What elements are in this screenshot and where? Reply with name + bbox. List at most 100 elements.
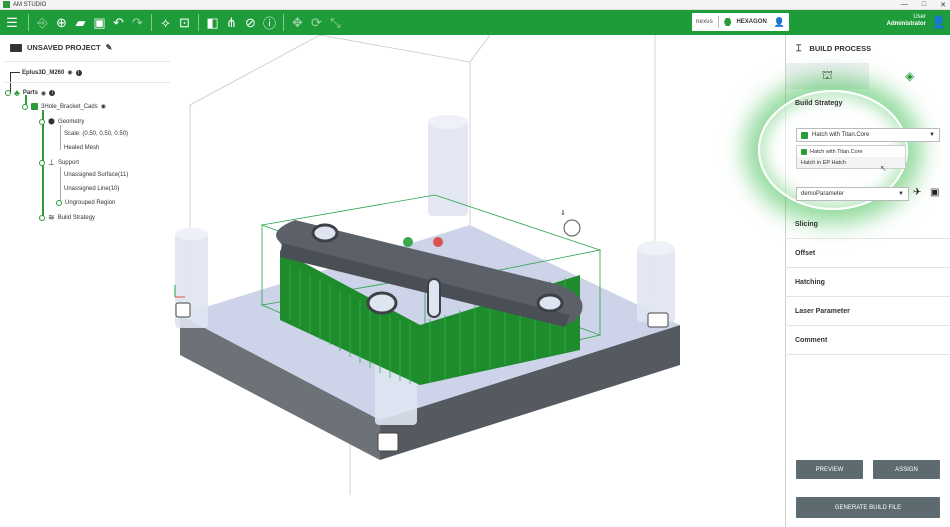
panel-title: BUILD PROCESS — [809, 44, 872, 53]
eye-icon[interactable]: ◉ — [41, 90, 46, 97]
healed-mesh-node: Healed Mesh — [64, 145, 99, 151]
geometry-label: Geometry — [57, 118, 85, 125]
section-comment[interactable]: Comment — [785, 326, 950, 355]
section-offset[interactable]: Offset — [785, 239, 950, 268]
ungrouped-region-node[interactable]: Ungrouped Region — [56, 200, 115, 206]
expand-icon[interactable] — [39, 159, 45, 166]
support-node[interactable]: ⊥ Support — [39, 158, 79, 167]
undo-icon[interactable]: ↶ — [109, 10, 128, 35]
support-icon[interactable]: ⋔ — [222, 10, 241, 35]
project-title[interactable]: UNSAVED PROJECT — [27, 43, 101, 52]
move-icon[interactable]: ✥ — [288, 10, 307, 35]
panel-tabs: ⛫ ◈ — [786, 63, 950, 89]
assign-button[interactable]: ASSIGN — [873, 460, 940, 479]
parts-node[interactable]: ♣ Parts ◉ i — [5, 88, 56, 98]
machine-node[interactable]: Eplus3D_M260 ◉ i — [22, 69, 82, 76]
generate-build-file-button[interactable]: GENERATE BUILD FILE — [796, 497, 940, 518]
preview-button[interactable]: PREVIEW — [796, 460, 863, 479]
geometry-icon: ⬢ — [48, 117, 55, 126]
build-strategy-node[interactable]: ≋ Build Strategy — [39, 213, 95, 222]
cube-icon — [31, 103, 38, 110]
strategy-selected: Hatch with Titan.Core — [812, 132, 870, 138]
scale-icon[interactable]: ⤡ — [326, 10, 345, 35]
build-process-icon: ⌶ — [796, 43, 802, 53]
machine-label: Eplus3D_M260 — [22, 69, 65, 76]
arrange-icon[interactable]: ⟡ — [156, 10, 175, 35]
scale-node: Scale: (0.50, 0.50, 0.50) — [64, 131, 128, 137]
close-button[interactable]: ✕ — [940, 1, 946, 9]
cube-icon — [801, 131, 808, 139]
folder-icon — [10, 43, 22, 52]
option-label: Hatch in EP Hatch — [801, 159, 846, 166]
main-toolbar: ☰ ⎆ ⊕ ▰ ▣ ↶ ↷ ⟡ ⊡ ◧ ⋔ ⊘ ⓘ ✥ ⟳ ⤡ nexus HE… — [0, 10, 950, 35]
strategy-dropdown-list: Hatch with Titan.Core Hatch in EP Hatch — [796, 145, 906, 169]
hamburger-icon[interactable]: ☰ — [0, 10, 24, 35]
expand-icon[interactable] — [22, 103, 28, 110]
part-label: 3Hole_Bracket_Cads — [41, 103, 98, 110]
maximize-button[interactable]: □ — [922, 1, 926, 9]
parameter-dropdown[interactable]: demoParameter ▼ — [796, 187, 909, 201]
build-plate-icon[interactable]: ◧ — [203, 10, 222, 35]
support-label: Support — [57, 159, 79, 166]
redo-icon[interactable]: ↷ — [128, 10, 147, 35]
parameter-value: demoParameter — [801, 191, 845, 197]
rotate-icon[interactable]: ⟳ — [307, 10, 326, 35]
3d-viewport[interactable]: ⇓ — [170, 35, 785, 527]
eye-icon[interactable]: ◉ — [67, 69, 72, 76]
slice-icon[interactable]: ⊘ — [241, 10, 260, 35]
chevron-down-icon: ▼ — [898, 191, 904, 197]
option-label: Hatch with Titan.Core — [810, 148, 863, 155]
part-node[interactable]: 3Hole_Bracket_Cads ◉ — [22, 103, 106, 110]
user-info[interactable]: User Administrator — [887, 14, 926, 28]
tab-layers-icon[interactable]: ◈ — [869, 63, 950, 89]
edit-parameter-icon[interactable]: ✈ — [913, 187, 921, 198]
user-role: User — [913, 14, 926, 20]
user-avatar-icon[interactable]: 👤 — [931, 15, 946, 29]
info-icon[interactable]: i — [75, 69, 82, 76]
brand-badge: nexus HEXAGON 👤 — [692, 13, 789, 31]
strategy-dropdown[interactable]: Hatch with Titan.Core ▼ — [796, 128, 940, 142]
unassigned-line-node[interactable]: Unassigned Line(10) — [64, 186, 119, 192]
user-name: Administrator — [886, 21, 926, 27]
strategy-option[interactable]: Hatch with Titan.Core — [797, 146, 905, 157]
pencil-icon[interactable]: ✎ — [106, 43, 113, 52]
scene-svg[interactable]: ⇓ — [170, 35, 785, 527]
geometry-node[interactable]: ⬢ Geometry — [39, 117, 84, 126]
parts-icon: ♣ — [14, 88, 20, 98]
info-icon[interactable]: i — [49, 90, 56, 96]
section-hatching[interactable]: Hatching — [785, 268, 950, 297]
eye-icon[interactable]: ◉ — [101, 103, 106, 110]
person-icon[interactable]: 👤 — [774, 17, 785, 28]
auto-place-icon[interactable]: ⊡ — [175, 10, 194, 35]
section-slicing[interactable]: Slicing — [785, 210, 950, 239]
cursor-icon: ↖ — [880, 164, 887, 173]
info-icon[interactable]: ⓘ — [260, 10, 279, 35]
tab-part-icon[interactable]: ⛫ — [786, 63, 869, 89]
add-part-icon[interactable]: ⎆ — [33, 10, 52, 35]
project-tree-panel: UNSAVED PROJECT ✎ Eplus3D_M260 ◉ i ♣ Par… — [0, 35, 170, 265]
app-title: AM STUDIO — [13, 1, 47, 8]
save-icon[interactable]: ▣ — [90, 10, 109, 35]
hexagon-logo: HEXAGON — [736, 19, 767, 25]
unassigned-surface-node[interactable]: Unassigned Surface(11) — [64, 172, 128, 178]
cube-icon — [801, 148, 807, 155]
nexus-logo: nexus — [696, 19, 714, 25]
save-parameter-icon[interactable]: ▣ — [930, 187, 939, 198]
support-icon: ⊥ — [48, 158, 55, 167]
expand-icon[interactable] — [5, 90, 11, 96]
minimize-button[interactable]: — — [901, 1, 908, 9]
expand-icon[interactable] — [39, 118, 45, 125]
svg-text:⇓: ⇓ — [560, 209, 566, 217]
expand-icon[interactable] — [56, 200, 62, 206]
strategy-option[interactable]: Hatch in EP Hatch — [797, 157, 905, 168]
parts-label: Parts — [22, 90, 38, 96]
section-laser-parameter[interactable]: Laser Parameter — [785, 297, 950, 326]
title-bar: AM STUDIO — □ ✕ — [0, 0, 950, 10]
panel-header: ⌶ BUILD PROCESS — [796, 43, 871, 54]
hexagon-logo-icon — [723, 18, 732, 26]
expand-icon[interactable] — [39, 214, 45, 221]
healed-mesh-label: Healed Mesh — [64, 145, 100, 151]
open-folder-icon[interactable]: ▰ — [71, 10, 90, 35]
add-icon[interactable]: ⊕ — [52, 10, 71, 35]
unassigned-line-label: Unassigned Line(10) — [64, 186, 120, 192]
